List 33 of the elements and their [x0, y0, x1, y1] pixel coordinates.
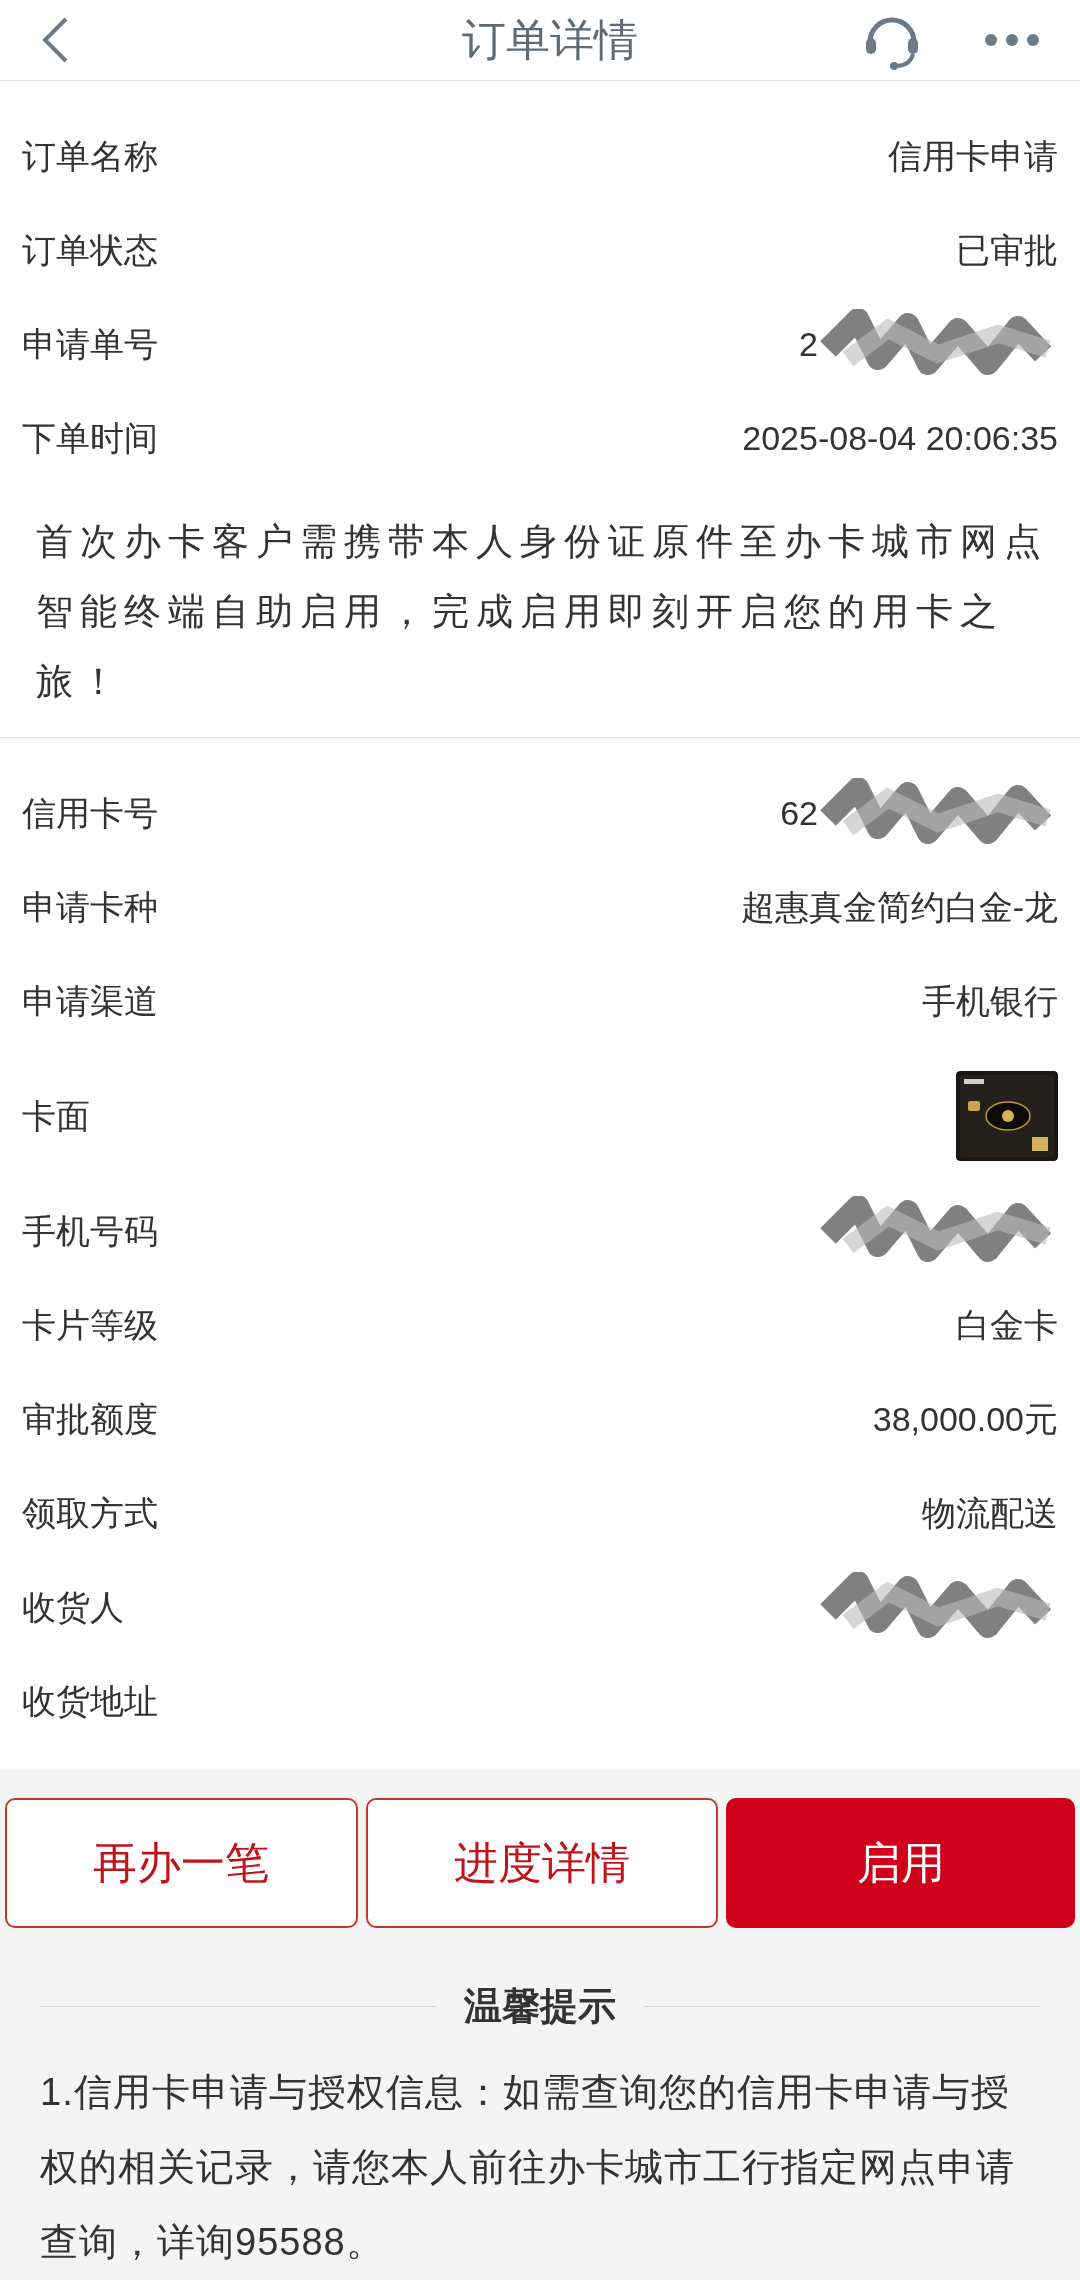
- field-value: 手机银行: [922, 980, 1058, 1022]
- more-icon[interactable]: [984, 33, 1040, 47]
- tips-title: 温馨提示: [463, 1984, 617, 2029]
- field-label: 卡片等级: [22, 1304, 158, 1346]
- field-value: 2025-08-04 20:06:35: [742, 417, 1058, 459]
- field-value: 2: [799, 323, 818, 365]
- tips-text: 1.信用卡申请与授权信息：如需查询您的信用卡申请与授权的相关记录，请您本人前往办卡城市工行指定网点申请查询，详询95588。: [39, 2070, 1016, 2265]
- action-button[interactable]: 启用: [726, 1798, 1075, 1928]
- field-label: 领取方式: [22, 1492, 158, 1534]
- field-label: 信用卡号: [22, 792, 158, 834]
- field-label: 下单时间: [22, 417, 158, 459]
- field-label: 收货地址: [22, 1680, 158, 1722]
- field-label: 申请卡种: [22, 886, 158, 928]
- field-value: 物流配送: [922, 1492, 1058, 1534]
- action-button[interactable]: 再办一笔: [5, 1798, 358, 1928]
- field-label: 收货人: [22, 1586, 124, 1628]
- field-label: 订单状态: [22, 229, 158, 271]
- field-value: 38,000.00元: [872, 1398, 1058, 1440]
- field-value: 信用卡申请: [888, 135, 1058, 177]
- field-value: 62: [780, 792, 818, 834]
- field-label: 手机号码: [22, 1210, 158, 1252]
- field-label: 申请单号: [22, 323, 158, 365]
- field-label: 申请渠道: [22, 980, 158, 1022]
- page-title: 订单详情: [462, 14, 638, 66]
- action-button[interactable]: 进度详情: [365, 1798, 719, 1928]
- back-icon[interactable]: [40, 15, 70, 65]
- field-label: 订单名称: [22, 135, 158, 177]
- field-value: 白金卡: [956, 1304, 1058, 1346]
- field-value: 已审批: [956, 229, 1058, 271]
- field-label: 卡面: [22, 1095, 90, 1137]
- notice-text: 首次办卡客户需携带本人身份证原件至办卡城市网点智能终端自助启用，完成启用即刻开启您的用卡之旅！: [35, 520, 1049, 704]
- field-label: 审批额度: [22, 1398, 158, 1440]
- field-value: 超惠真金简约白金-龙: [740, 886, 1058, 928]
